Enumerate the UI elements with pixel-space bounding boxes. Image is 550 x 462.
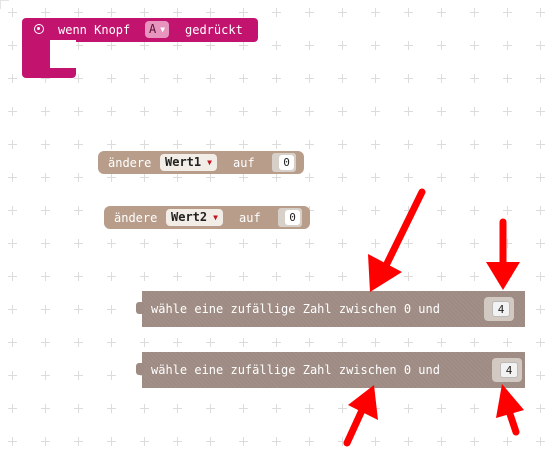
arrow-head-icon [486,262,520,290]
arrow-head-icon [368,254,402,292]
arrow-head-icon [496,384,524,418]
annotation-arrows [343,188,524,447]
